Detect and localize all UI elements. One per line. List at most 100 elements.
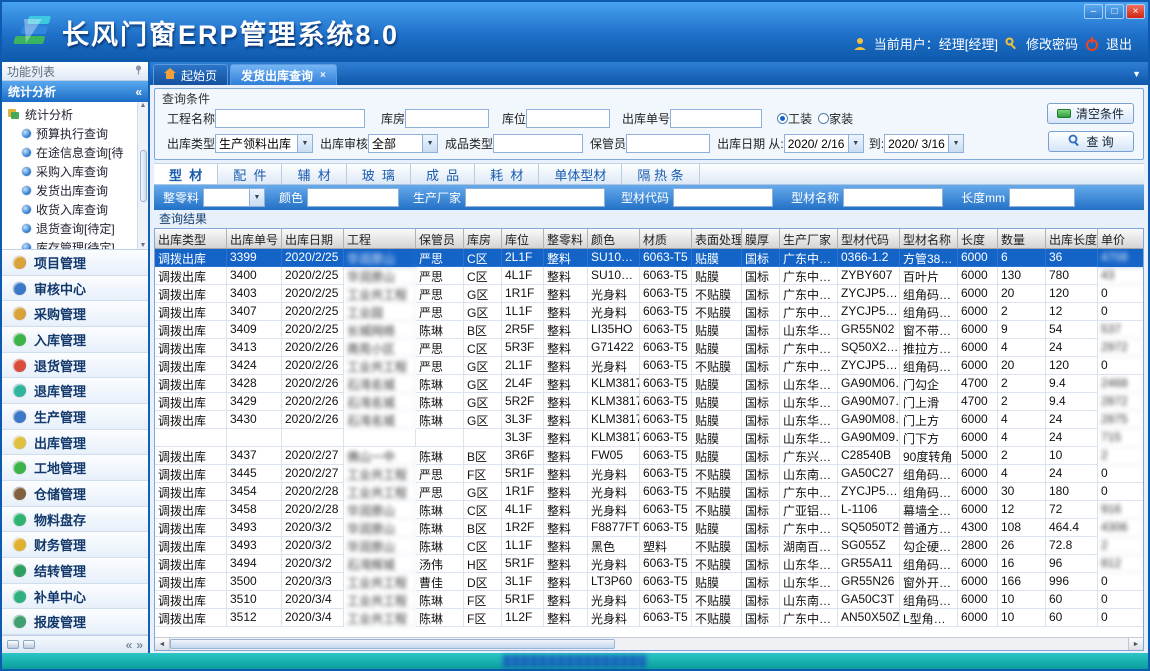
column-header[interactable]: 表面处理 bbox=[692, 229, 742, 248]
collapse-icon[interactable]: « bbox=[126, 638, 133, 652]
collapse-icon[interactable]: « bbox=[135, 85, 142, 99]
table-row[interactable]: 调拨出库34372020/2/27佛山一中陈琳B区3R6F整料FW056063-… bbox=[155, 447, 1143, 465]
scrollbar-thumb[interactable] bbox=[170, 639, 615, 649]
length-input[interactable] bbox=[1009, 188, 1075, 207]
date-to-select[interactable]: 2020/ 3/16 ▼ bbox=[884, 134, 964, 153]
material-tab[interactable]: 玻 璃 bbox=[347, 164, 411, 184]
tree-item[interactable]: 退货查询[待定] bbox=[7, 219, 135, 238]
location-input[interactable] bbox=[526, 109, 610, 128]
table-row[interactable]: 调拨出库34932020/3/2华润原山陈琳B区1R2F整料F8877FT606… bbox=[155, 519, 1143, 537]
material-tab[interactable]: 配 件 bbox=[218, 164, 282, 184]
sidebar-item-scrap[interactable]: 报废管理 bbox=[2, 609, 148, 635]
whole-scrap-select[interactable]: 全部 ▼ bbox=[203, 188, 265, 207]
sidebar-item-purchase[interactable]: 采购管理 bbox=[2, 301, 148, 327]
sidebar-item-finance[interactable]: 财务管理 bbox=[2, 532, 148, 558]
table-row[interactable]: 调拨出库35122020/3/4工业共工程陈琳F区1L2F整料光身料6063-T… bbox=[155, 609, 1143, 627]
tree-item[interactable]: 收货入库查询 bbox=[7, 200, 135, 219]
sidebar-section-statistics[interactable]: 统计分析 « bbox=[2, 81, 148, 102]
expand-icon[interactable]: » bbox=[136, 638, 143, 652]
tree-item[interactable]: 在途信息查询[待 bbox=[7, 143, 135, 162]
tree-item[interactable]: 采购入库查询 bbox=[7, 162, 135, 181]
column-header[interactable]: 单价 bbox=[1098, 229, 1143, 248]
sidebar-item-warehouse[interactable]: 仓储管理 bbox=[2, 481, 148, 507]
material-tab[interactable]: 耗 材 bbox=[475, 164, 539, 184]
profile-code-input[interactable] bbox=[673, 188, 773, 207]
horizontal-scrollbar[interactable]: ◄ ► bbox=[155, 637, 1143, 650]
table-row[interactable]: 调拨出库34582020/2/28华润原山陈琳C区4L1F整料光身料6063-T… bbox=[155, 501, 1143, 519]
manufacturer-input[interactable] bbox=[465, 188, 605, 207]
column-header[interactable]: 工程 bbox=[344, 229, 416, 248]
radio-jiazhuang[interactable] bbox=[818, 113, 829, 124]
scrollbar-thumb[interactable] bbox=[140, 150, 147, 202]
table-row[interactable]: 调拨出库34942020/3/2石湾辉城汤伟H区5R1F整料光身料6063-T5… bbox=[155, 555, 1143, 573]
column-header[interactable]: 出库日期 bbox=[282, 229, 344, 248]
material-tab[interactable]: 辅 材 bbox=[282, 164, 346, 184]
sidebar-item-stocktake[interactable]: 物料盘存 bbox=[2, 507, 148, 533]
table-row[interactable]: 调拨出库34032020/2/25工业共工程严思G区1R1F整料光身料6063-… bbox=[155, 285, 1143, 303]
tree-item[interactable]: 库存管理[待定] bbox=[7, 238, 135, 250]
column-header[interactable]: 库位 bbox=[502, 229, 544, 248]
table-row[interactable]: 调拨出库34242020/2/26工业共工程严思G区2L1F整料光身料6063-… bbox=[155, 357, 1143, 375]
logout-link[interactable]: 退出 bbox=[1106, 34, 1132, 53]
maximize-button[interactable]: □ bbox=[1105, 4, 1124, 19]
color-input[interactable] bbox=[307, 188, 399, 207]
column-header[interactable]: 出库类型 bbox=[155, 229, 227, 248]
tab-shipping-outbound-query[interactable]: 发货出库查询 × bbox=[230, 64, 337, 85]
sidebar-item-produce[interactable]: 生产管理 bbox=[2, 404, 148, 430]
tree-root[interactable]: 统计分析 bbox=[7, 105, 135, 124]
sidebar-item-site[interactable]: 工地管理 bbox=[2, 455, 148, 481]
close-tab-icon[interactable]: × bbox=[320, 70, 326, 81]
scroll-left-icon[interactable]: ◄ bbox=[155, 638, 170, 650]
sidebar-item-inbound[interactable]: 入库管理 bbox=[2, 327, 148, 353]
material-tab[interactable]: 隔 热 条 bbox=[622, 164, 699, 184]
column-header[interactable]: 数量 bbox=[998, 229, 1046, 248]
scroll-up-icon[interactable]: ▲ bbox=[140, 102, 147, 109]
warehouse-input[interactable] bbox=[405, 109, 489, 128]
close-button[interactable]: × bbox=[1126, 4, 1145, 19]
column-header[interactable]: 材质 bbox=[640, 229, 692, 248]
sidebar-item-reorder[interactable]: 补单中心 bbox=[2, 584, 148, 610]
table-row[interactable]: 调拨出库34932020/3/2华润原山陈琳C区1L1F整料黑色塑料不贴膜国标湖… bbox=[155, 537, 1143, 555]
table-row[interactable]: 调拨出库34292020/2/26石湾名城陈琳G区5R2F整料KLM381760… bbox=[155, 393, 1143, 411]
table-row[interactable]: 调拨出库34452020/2/27工业共工程严思F区5R1F整料光身料6063-… bbox=[155, 465, 1143, 483]
monitor-icon[interactable] bbox=[23, 640, 35, 649]
sidebar-item-carryover[interactable]: 结转管理 bbox=[2, 558, 148, 584]
table-row[interactable]: 调拨出库33992020/2/25华润原山严思C区2L1F整料SU10…6063… bbox=[155, 249, 1143, 267]
column-header[interactable]: 膜厚 bbox=[742, 229, 780, 248]
change-password-link[interactable]: 修改密码 bbox=[1026, 34, 1078, 53]
sidebar-item-audit[interactable]: 审核中心 bbox=[2, 276, 148, 302]
table-row[interactable]: 调拨出库35102020/3/4工业共工程陈琳F区5R1F整料光身料6063-T… bbox=[155, 591, 1143, 609]
keeper-input[interactable] bbox=[626, 134, 710, 153]
table-row[interactable]: 调拨出库34542020/2/28工业共工程严思G区1R1F整料光身料6063-… bbox=[155, 483, 1143, 501]
tab-overflow-icon[interactable]: ▼ bbox=[1132, 69, 1141, 79]
tree-item[interactable]: 预算执行查询 bbox=[7, 124, 135, 143]
column-header[interactable]: 库房 bbox=[464, 229, 502, 248]
profile-name-input[interactable] bbox=[843, 188, 943, 207]
scroll-right-icon[interactable]: ► bbox=[1128, 638, 1143, 650]
column-header[interactable]: 整零料 bbox=[544, 229, 588, 248]
tree-item[interactable]: 发货出库查询 bbox=[7, 181, 135, 200]
material-tab[interactable]: 型 材 bbox=[154, 164, 218, 184]
keyboard-icon[interactable] bbox=[7, 640, 19, 649]
tree-scrollbar[interactable]: ▲ ▼ bbox=[137, 102, 148, 249]
audit-select[interactable]: 全部 ▼ bbox=[368, 134, 438, 153]
table-row[interactable]: 调拨出库34002020/2/25华润原山严思C区4L1F整料SU10…6063… bbox=[155, 267, 1143, 285]
table-row[interactable]: 调拨出库34282020/2/26石湾名城陈琳G区2L4F整料KLM381760… bbox=[155, 375, 1143, 393]
column-header[interactable]: 保管员 bbox=[416, 229, 464, 248]
search-button[interactable]: 查 询 bbox=[1048, 131, 1134, 152]
sidebar-item-restock[interactable]: 退库管理 bbox=[2, 378, 148, 404]
sidebar-item-outbound[interactable]: 出库管理 bbox=[2, 430, 148, 456]
column-header[interactable]: 型材代码 bbox=[838, 229, 900, 248]
project-name-input[interactable] bbox=[215, 109, 365, 128]
table-row[interactable]: 调拨出库34072020/2/25工业园严思G区1L1F整料光身料6063-T5… bbox=[155, 303, 1143, 321]
product-type-input[interactable] bbox=[493, 134, 583, 153]
order-no-input[interactable] bbox=[670, 109, 762, 128]
table-row[interactable]: 3L3F整料KLM38176063-T5贴膜国标山东华…GA90M09…门下方6… bbox=[155, 429, 1143, 447]
column-header[interactable]: 颜色 bbox=[588, 229, 640, 248]
column-header[interactable]: 出库长度 bbox=[1046, 229, 1098, 248]
material-tab[interactable]: 单体型材 bbox=[539, 164, 622, 184]
column-header[interactable]: 出库单号 bbox=[227, 229, 282, 248]
scroll-down-icon[interactable]: ▼ bbox=[140, 242, 147, 249]
sidebar-item-return[interactable]: 退货管理 bbox=[2, 353, 148, 379]
table-row[interactable]: 调拨出库34132020/2/26南苑小区严思C区5R3F整料G71422606… bbox=[155, 339, 1143, 357]
